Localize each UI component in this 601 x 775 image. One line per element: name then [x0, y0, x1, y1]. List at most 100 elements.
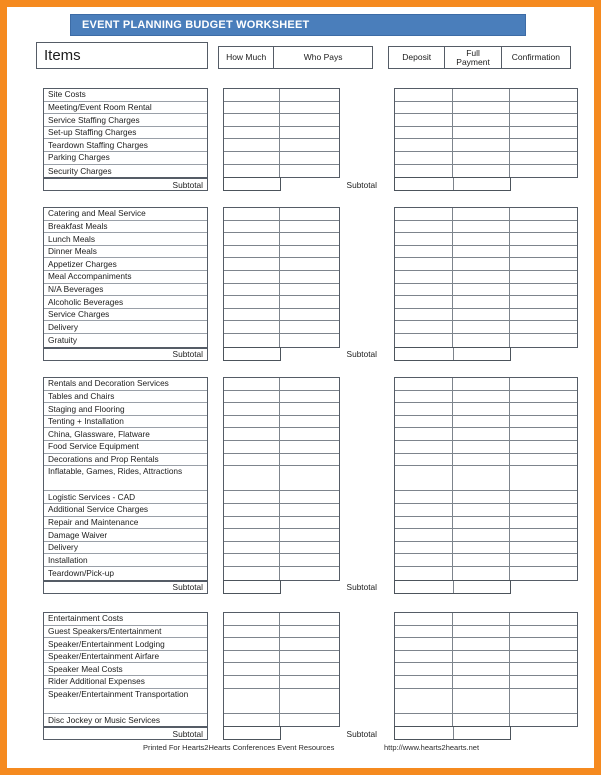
entry-cell[interactable]: [280, 651, 339, 663]
subtotal-box-payment[interactable]: [394, 579, 511, 594]
entry-cell[interactable]: [453, 151, 510, 164]
item-row[interactable]: Food Service Equipment: [44, 441, 207, 454]
entry-cell[interactable]: [395, 101, 453, 114]
entry-cell[interactable]: [395, 126, 453, 139]
item-row[interactable]: Teardown Staffing Charges: [44, 139, 207, 152]
entry-cell[interactable]: [280, 309, 339, 321]
entry-cell[interactable]: [453, 308, 510, 321]
entry-cell[interactable]: [280, 403, 339, 415]
entry-cell[interactable]: [453, 466, 510, 491]
entry-cell[interactable]: [224, 625, 280, 638]
entry-cell[interactable]: [280, 152, 339, 164]
entry-cell[interactable]: [510, 714, 577, 727]
entry-cell[interactable]: [224, 529, 280, 541]
item-row[interactable]: Breakfast Meals: [44, 221, 207, 234]
entry-cell[interactable]: [280, 529, 339, 541]
entry-cell[interactable]: [395, 403, 453, 415]
entry-cell[interactable]: [510, 441, 577, 453]
item-row[interactable]: Repair and Maintenance: [44, 517, 207, 530]
entry-cell[interactable]: [510, 258, 577, 270]
entry-cell[interactable]: [395, 296, 453, 308]
entry-cell[interactable]: [510, 165, 577, 178]
entry-cell[interactable]: [453, 208, 510, 220]
entry-cell[interactable]: [280, 89, 339, 101]
subtotal-box-how-much[interactable]: [223, 346, 281, 361]
entry-cell[interactable]: [453, 415, 510, 428]
entry-cell[interactable]: [395, 114, 453, 126]
entry-cell[interactable]: [510, 233, 577, 245]
entry-cell[interactable]: [395, 466, 453, 491]
entry-cell[interactable]: [453, 503, 510, 516]
entry-cell[interactable]: [510, 391, 577, 403]
entry-cell[interactable]: [224, 258, 280, 270]
item-row[interactable]: Speaker/Entertainment Lodging: [44, 638, 207, 651]
entry-cell[interactable]: [453, 688, 510, 713]
entry-cell[interactable]: [453, 428, 510, 440]
entry-cell[interactable]: [224, 283, 280, 296]
entry-cell[interactable]: [510, 491, 577, 503]
entry-cell[interactable]: [280, 284, 339, 296]
entry-cell[interactable]: [280, 258, 339, 270]
entry-cell[interactable]: [453, 164, 510, 178]
item-row[interactable]: Damage Waiver: [44, 529, 207, 542]
entry-cell[interactable]: [280, 517, 339, 529]
entry-cell[interactable]: [280, 714, 339, 727]
entry-cell[interactable]: [453, 270, 510, 283]
entry-cell[interactable]: [453, 625, 510, 638]
entry-cell[interactable]: [453, 529, 510, 541]
entry-cell[interactable]: [224, 390, 280, 403]
entry-cell[interactable]: [510, 542, 577, 554]
item-row[interactable]: Speaker/Entertainment Airfare: [44, 651, 207, 664]
entry-cell[interactable]: [510, 554, 577, 566]
entry-cell[interactable]: [395, 308, 453, 321]
entry-cell[interactable]: [280, 321, 339, 333]
entry-cell[interactable]: [280, 441, 339, 453]
entry-cell[interactable]: [224, 415, 280, 428]
entry-cell[interactable]: [453, 245, 510, 258]
item-row[interactable]: Installation: [44, 554, 207, 567]
entry-cell[interactable]: [395, 208, 453, 220]
entry-cell[interactable]: [280, 416, 339, 428]
entry-cell[interactable]: [224, 308, 280, 321]
item-row[interactable]: Logistic Services - CAD: [44, 491, 207, 504]
entry-cell[interactable]: [510, 517, 577, 529]
entry-cell[interactable]: [510, 334, 577, 347]
entry-cell[interactable]: [395, 283, 453, 296]
entry-cell[interactable]: [510, 626, 577, 638]
entry-cell[interactable]: [395, 440, 453, 453]
item-row[interactable]: Staging and Flooring: [44, 403, 207, 416]
entry-cell[interactable]: [395, 89, 453, 101]
entry-cell[interactable]: [224, 321, 280, 333]
entry-cell[interactable]: [280, 626, 339, 638]
item-row[interactable]: Additional Service Charges: [44, 504, 207, 517]
entry-cell[interactable]: [453, 139, 510, 151]
entry-cell[interactable]: [395, 625, 453, 638]
entry-cell[interactable]: [395, 491, 453, 503]
item-row[interactable]: Speaker Meal Costs: [44, 663, 207, 676]
entry-cell[interactable]: [510, 416, 577, 428]
entry-cell[interactable]: [280, 378, 339, 390]
entry-cell[interactable]: [280, 491, 339, 503]
entry-cell[interactable]: [510, 403, 577, 415]
entry-cell[interactable]: [510, 114, 577, 126]
entry-cell[interactable]: [224, 428, 280, 440]
entry-cell[interactable]: [510, 139, 577, 151]
entry-cell[interactable]: [453, 101, 510, 114]
entry-cell[interactable]: [224, 220, 280, 233]
entry-cell[interactable]: [224, 516, 280, 529]
entry-cell[interactable]: [224, 663, 280, 675]
entry-cell[interactable]: [280, 676, 339, 688]
entry-cell[interactable]: [280, 428, 339, 440]
entry-cell[interactable]: [224, 114, 280, 126]
entry-cell[interactable]: [510, 127, 577, 139]
entry-cell[interactable]: [395, 529, 453, 541]
entry-cell[interactable]: [453, 378, 510, 390]
entry-cell[interactable]: [453, 638, 510, 650]
entry-cell[interactable]: [453, 491, 510, 503]
item-row[interactable]: Tenting + Installation: [44, 416, 207, 429]
entry-cell[interactable]: [224, 440, 280, 453]
entry-cell[interactable]: [224, 378, 280, 390]
entry-cell[interactable]: [510, 638, 577, 650]
item-row[interactable]: China, Glassware, Flatware: [44, 428, 207, 441]
entry-cell[interactable]: [224, 139, 280, 151]
